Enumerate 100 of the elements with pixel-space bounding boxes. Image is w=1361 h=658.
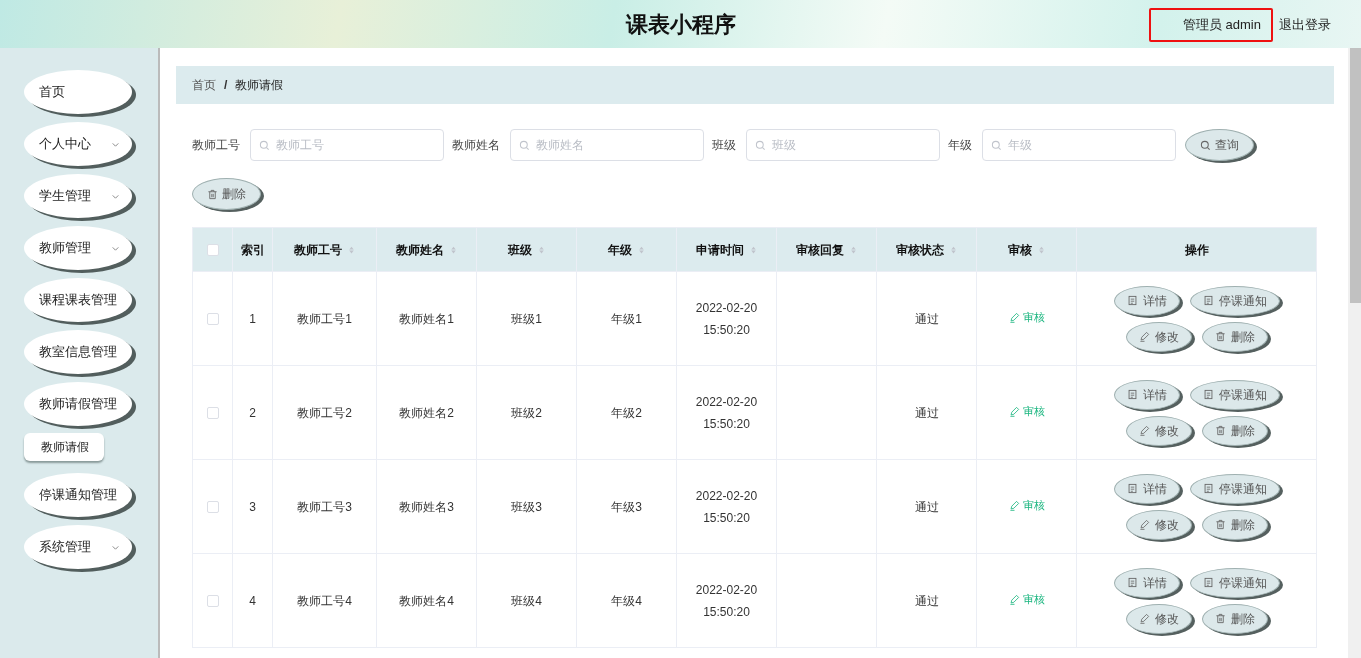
search-icon: [259, 140, 270, 151]
table-cell: 2: [249, 405, 256, 420]
document-icon: [1126, 483, 1138, 494]
table-cell: 1: [249, 311, 256, 326]
table-cell: 班级4: [511, 593, 542, 608]
breadcrumb-separator: /: [224, 77, 228, 94]
details-button[interactable]: 详情: [1113, 567, 1180, 598]
pencil-icon: [1138, 613, 1150, 624]
table-cell: 通过: [914, 311, 939, 326]
table-cell: 教师姓名4: [399, 593, 454, 608]
table-cell: 班级1: [511, 311, 542, 326]
delete-button[interactable]: 删除: [192, 178, 261, 210]
document-icon: [1126, 577, 1138, 588]
table-cell: 通过: [914, 499, 939, 514]
table-cell: 3: [249, 499, 256, 514]
table-cell: 2022-02-20 15:50:20: [695, 488, 758, 525]
table-cell: 通过: [914, 593, 939, 608]
sidebar-submenu-item[interactable]: 教师请假: [24, 433, 104, 461]
table-cell: 教师姓名2: [399, 405, 454, 420]
filter-label: 班级: [712, 137, 736, 154]
column-header: 操作: [1184, 241, 1209, 259]
table-cell: 2022-02-20 15:50:20: [695, 582, 758, 619]
chevron-down-icon: [111, 140, 120, 149]
details-button[interactable]: 详情: [1113, 285, 1180, 316]
breadcrumb-item[interactable]: 首页: [192, 76, 216, 94]
pencil-icon: [1008, 499, 1020, 511]
checkbox[interactable]: [206, 407, 219, 420]
checkbox[interactable]: [206, 595, 219, 608]
document-icon: [1126, 389, 1138, 400]
checkbox[interactable]: [206, 501, 219, 514]
notice-button[interactable]: 停课通知: [1189, 379, 1280, 410]
delete-button[interactable]: 删除: [1201, 415, 1268, 446]
trash-icon: [1214, 425, 1226, 436]
pencil-icon: [1008, 311, 1020, 323]
search-field[interactable]: 班级: [746, 129, 940, 161]
search-icon: [519, 140, 530, 151]
trash-icon: [207, 188, 218, 200]
table-cell: 教师姓名1: [399, 311, 454, 326]
notice-button[interactable]: 停课通知: [1189, 567, 1280, 598]
table-cell: 教师工号4: [297, 593, 352, 608]
search-field[interactable]: 教师姓名: [510, 129, 704, 161]
column-header[interactable]: 年级: [607, 240, 632, 259]
table-cell: 2022-02-20 15:50:20: [695, 300, 758, 337]
app-title: 课表小程序: [625, 10, 736, 39]
checkbox[interactable]: [206, 244, 219, 257]
pencil-icon: [1138, 425, 1150, 436]
sidebar-menu-item[interactable]: 学生管理: [24, 174, 132, 218]
details-button[interactable]: 详情: [1113, 379, 1180, 410]
sidebar-menu-item[interactable]: 教师请假管理: [24, 382, 132, 426]
column-header[interactable]: 班级: [507, 240, 532, 259]
document-icon: [1202, 295, 1214, 306]
column-header[interactable]: 教师工号: [293, 240, 342, 259]
filter-label: 教师工号: [192, 137, 240, 154]
sidebar-menu-item[interactable]: 停课通知管理: [24, 473, 132, 517]
search-icon: [991, 140, 1002, 151]
edit-button[interactable]: 修改: [1125, 321, 1192, 352]
search-field[interactable]: 年级: [982, 129, 1176, 161]
column-header[interactable]: 审核: [1007, 240, 1032, 259]
table-cell: 教师工号2: [297, 405, 352, 420]
notice-button[interactable]: 停课通知: [1189, 473, 1280, 504]
table-cell: 年级4: [611, 593, 642, 608]
table-cell: 4: [249, 593, 256, 608]
sidebar-menu-item[interactable]: 课程课表管理: [24, 278, 132, 322]
column-header: 索引: [240, 241, 265, 259]
trash-icon: [1214, 613, 1226, 624]
document-icon: [1202, 389, 1214, 400]
search-button[interactable]: 查询: [1185, 129, 1254, 161]
delete-button[interactable]: 删除: [1201, 603, 1268, 634]
table-cell: 班级2: [511, 405, 542, 420]
table-cell: 通过: [914, 405, 939, 420]
document-icon: [1202, 577, 1214, 588]
details-button[interactable]: 详情: [1113, 473, 1180, 504]
edit-button[interactable]: 修改: [1125, 415, 1192, 446]
trash-icon: [1214, 519, 1226, 530]
edit-button[interactable]: 修改: [1125, 509, 1192, 540]
sidebar-menu-item[interactable]: 系统管理: [24, 525, 132, 569]
sidebar-menu-item[interactable]: 个人中心: [24, 122, 132, 166]
logout-link[interactable]: 退出登录: [1279, 15, 1331, 35]
pencil-icon: [1008, 405, 1020, 417]
search-icon: [755, 140, 766, 151]
notice-button[interactable]: 停课通知: [1189, 285, 1280, 316]
sidebar-menu-item[interactable]: 首页: [24, 70, 132, 114]
chevron-down-icon: [111, 543, 120, 552]
checkbox[interactable]: [206, 313, 219, 326]
document-icon: [1202, 483, 1214, 494]
sidebar-menu-item[interactable]: 教师管理: [24, 226, 132, 270]
filter-label: 教师姓名: [452, 137, 500, 154]
delete-button[interactable]: 删除: [1201, 509, 1268, 540]
search-field[interactable]: 教师工号: [250, 129, 444, 161]
sidebar-menu-item[interactable]: 教室信息管理: [24, 330, 132, 374]
table-cell: 班级3: [511, 499, 542, 514]
delete-button[interactable]: 删除: [1201, 321, 1268, 352]
pencil-icon: [1138, 331, 1150, 342]
pencil-icon: [1008, 593, 1020, 605]
document-icon: [1126, 295, 1138, 306]
table-cell: 教师姓名3: [399, 499, 454, 514]
edit-button[interactable]: 修改: [1125, 603, 1192, 634]
table-cell: 教师工号3: [297, 499, 352, 514]
chevron-down-icon: [111, 244, 120, 253]
scrollbar[interactable]: [1348, 48, 1361, 658]
